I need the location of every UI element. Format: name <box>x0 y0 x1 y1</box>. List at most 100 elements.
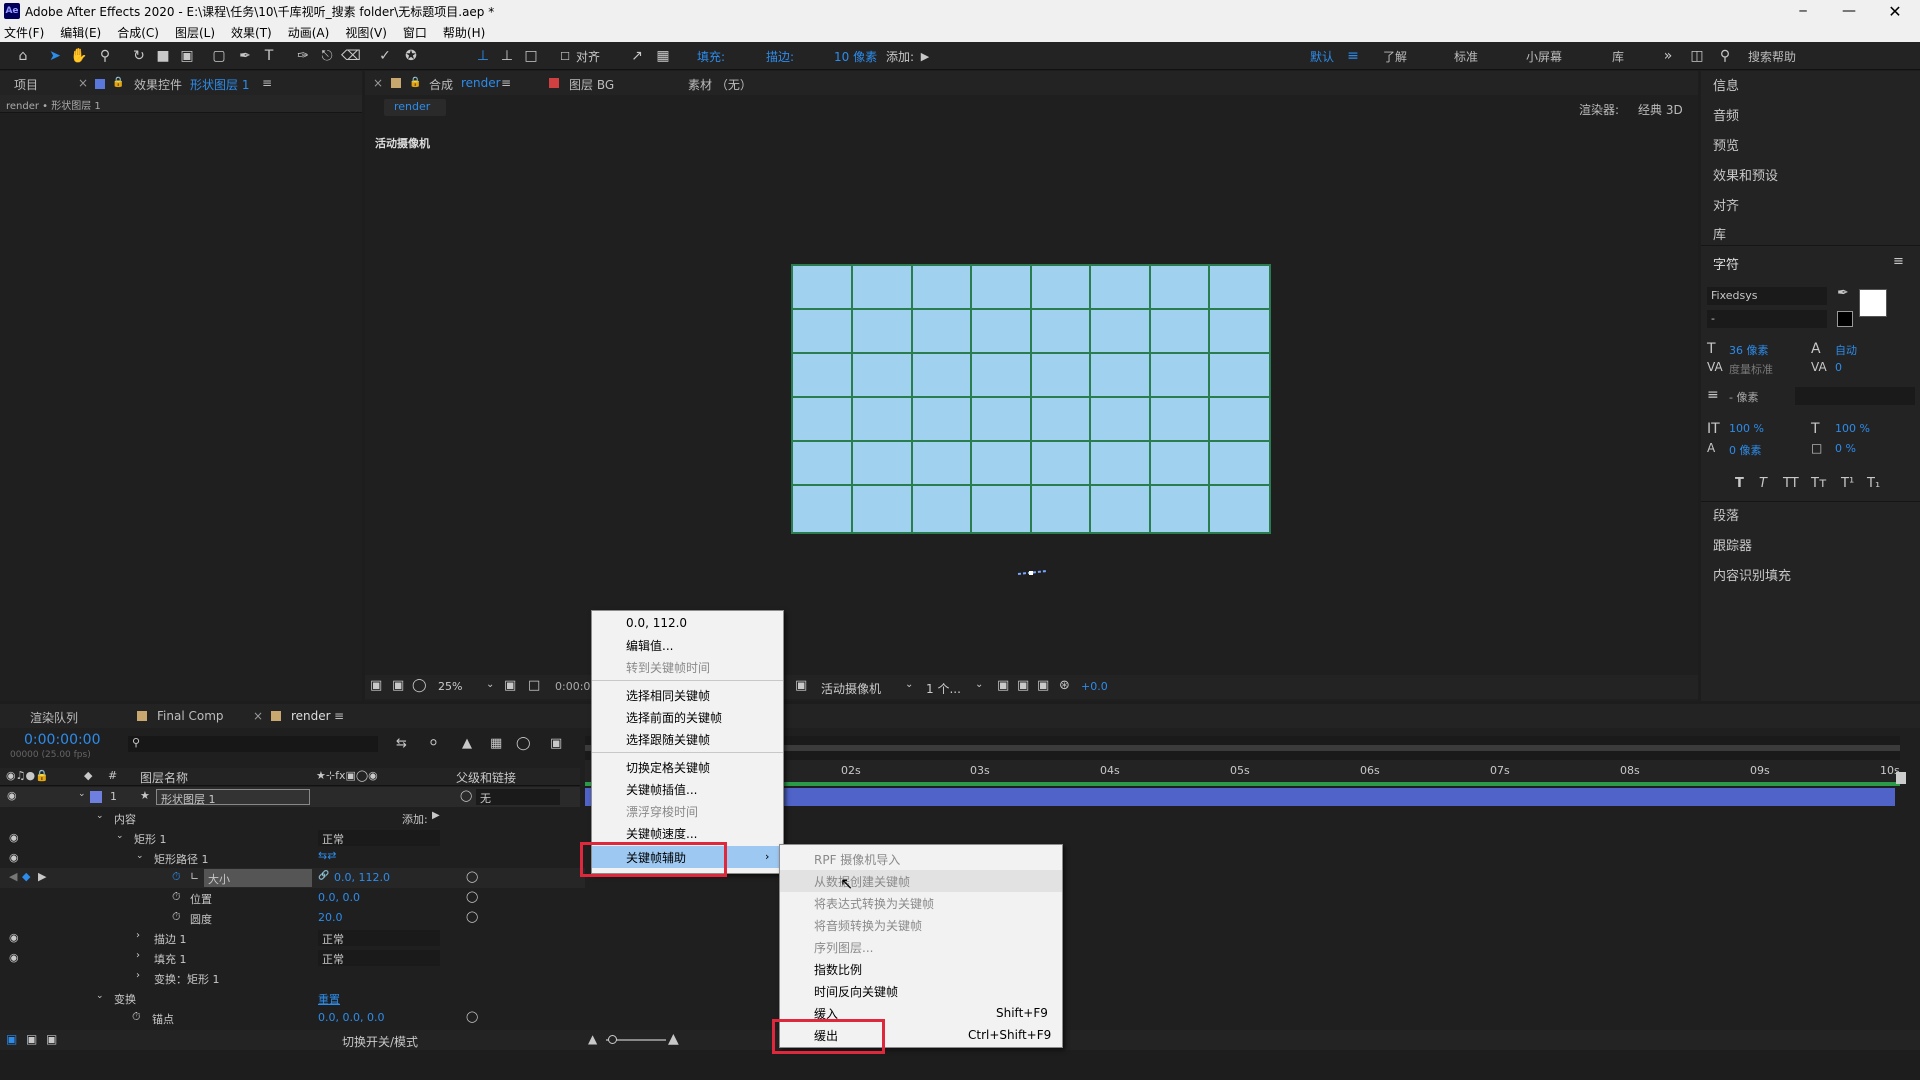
mask-icon[interactable]: ◯ <box>412 678 427 693</box>
shape-grid[interactable] <box>791 264 1271 534</box>
leading-value[interactable]: 自动 <box>1835 342 1857 358</box>
stopwatch-icon[interactable]: ⏱ <box>132 1010 141 1024</box>
camera-tool-icon[interactable]: ■ <box>154 47 172 65</box>
menu-item-keyframe-interpolation[interactable]: 关键帧插值... <box>592 778 783 800</box>
visibility-eye-icon[interactable]: ◉ <box>9 851 19 864</box>
layer-name-field[interactable]: 形状图层 1 <box>156 789 310 806</box>
panel-info[interactable]: 信息 <box>1713 75 1739 94</box>
tab-effect-controls-layer[interactable]: 形状图层 1 <box>190 76 249 93</box>
motion-blur-icon[interactable]: ◯ <box>516 736 531 751</box>
property-row-anchor[interactable]: ⏱ 锚点 0.0, 0.0, 0.0 ◯ <box>0 1008 585 1028</box>
tab-composition[interactable]: 合成 <box>429 76 453 93</box>
always-preview-icon[interactable]: ▣ <box>370 678 382 693</box>
workspace-learn[interactable]: 了解 <box>1383 48 1407 65</box>
constrain-icon[interactable]: 🔗 <box>318 871 329 881</box>
property-row-transform-rect[interactable]: › 变换：矩形 1 <box>0 968 585 988</box>
property-row-rect-path[interactable]: ◉ ⌄ 矩形路径 1 ⇆⇄ <box>0 848 585 868</box>
timeline-search-input[interactable]: ⚲ <box>128 736 378 752</box>
close-comp-tab-icon[interactable]: × <box>373 76 383 90</box>
add-button-icon[interactable]: ▶ <box>916 47 934 65</box>
close-timeline-tab-icon[interactable]: × <box>253 709 263 723</box>
expand-chevron-icon[interactable]: ⌄ <box>116 831 124 841</box>
property-row-fill[interactable]: ◉ › 填充 1 正常 <box>0 948 585 968</box>
zoom-slider-thumb[interactable] <box>608 1035 617 1044</box>
expression-pickwhip-icon[interactable]: ◯ <box>466 1010 478 1023</box>
axis-local-icon[interactable]: ⊥ <box>474 47 492 65</box>
expand-chevron-icon[interactable]: ⌄ <box>96 811 104 821</box>
expression-pickwhip-icon[interactable]: ◯ <box>466 890 478 903</box>
snap-options-icon[interactable]: ▦ <box>654 47 672 65</box>
close-tab-icon[interactable]: × <box>78 76 88 90</box>
stroke-type-dropdown[interactable] <box>1795 387 1915 405</box>
rectangle-tool-icon[interactable]: ▢ <box>210 47 228 65</box>
close-icon[interactable]: ✕ <box>1872 0 1918 22</box>
zoom-in-icon[interactable]: ▲ <box>668 1031 679 1047</box>
position-value[interactable]: 0.0, 0.0 <box>318 891 360 904</box>
renderer-value[interactable]: 经典 3D <box>1638 101 1683 118</box>
search-icon[interactable]: ⚲ <box>1716 47 1734 65</box>
menu-item-select-equal-keyframes[interactable]: 选择相同关键帧 <box>592 684 783 706</box>
align-checkbox[interactable]: ☐ <box>556 47 574 65</box>
all-caps-button[interactable]: TT <box>1783 476 1799 491</box>
property-row-transform[interactable]: ⌄ 变换 重置 <box>0 988 585 1008</box>
stopwatch-icon[interactable]: ⏱ <box>172 890 181 904</box>
property-row-size[interactable]: ◀ ◆ ▶ ⏱ ∟ 大小 🔗 0.0, 112.0 ◯ <box>0 868 585 888</box>
menu-item-toggle-hold-keyframe[interactable]: 切换定格关键帧 <box>592 756 783 778</box>
region-icon[interactable]: ▣ <box>1017 678 1029 693</box>
property-row-roundness[interactable]: ⏱ 圆度 20.0 ◯ <box>0 908 585 928</box>
property-row-stroke[interactable]: ◉ › 描边 1 正常 <box>0 928 585 948</box>
font-size-value[interactable]: 36 像素 <box>1729 342 1769 358</box>
fill-color-box[interactable] <box>1859 289 1887 317</box>
hand-tool-icon[interactable]: ✋ <box>70 47 88 65</box>
pickwhip-icon[interactable]: ◯ <box>460 789 472 802</box>
tsume-value[interactable]: 0 % <box>1835 442 1856 455</box>
blend-mode-dropdown[interactable]: 正常 <box>318 830 440 846</box>
horizontal-scale-value[interactable]: 100 % <box>1835 422 1870 435</box>
shy-layers-icon[interactable]: ▲ <box>462 736 472 751</box>
puppet-tool-icon[interactable]: ✪ <box>402 47 420 65</box>
rotate-tool-icon[interactable]: ↻ <box>130 47 148 65</box>
minimize-icon[interactable]: — <box>1826 0 1872 22</box>
roto-brush-tool-icon[interactable]: ✓ <box>376 47 394 65</box>
tab-render-queue[interactable]: 渲染队列 <box>30 709 78 726</box>
panel-menu-icon[interactable]: ≡ <box>262 76 272 90</box>
stopwatch-icon[interactable]: ⏱ <box>172 870 181 884</box>
preview-icon[interactable]: ▣ <box>392 678 404 693</box>
workspace-libraries[interactable]: 库 <box>1612 48 1624 65</box>
small-caps-button[interactable]: Tт <box>1811 476 1827 491</box>
graph-icon[interactable]: ∟ <box>190 870 199 883</box>
pan-behind-tool-icon[interactable]: ▣ <box>178 47 196 65</box>
timecode[interactable]: 0:00:00:00 <box>24 732 101 748</box>
roundness-value[interactable]: 20.0 <box>318 911 343 924</box>
visibility-eye-icon[interactable]: ◉ <box>7 789 17 802</box>
tab-render[interactable]: render <box>291 709 331 723</box>
stroke-width-value[interactable]: 10 像素 <box>834 48 877 65</box>
panel-preview[interactable]: 预览 <box>1713 135 1739 154</box>
expression-pickwhip-icon[interactable]: ◯ <box>466 870 478 883</box>
blend-mode-dropdown[interactable]: 正常 <box>318 930 440 946</box>
minimize-window-icon[interactable]: ─ <box>1780 0 1826 22</box>
home-icon[interactable]: ⌂ <box>14 47 32 65</box>
stroke-label[interactable]: 描边: <box>766 48 794 65</box>
flowchart-icon[interactable]: ▣ <box>1037 678 1049 693</box>
timeline-end-marker[interactable] <box>1896 772 1906 784</box>
font-family-dropdown[interactable]: Fixedsys <box>1707 287 1827 305</box>
motion-path-handle[interactable] <box>1017 566 1049 575</box>
camera-chevron-icon[interactable]: ⌄ <box>905 679 913 690</box>
menu-item-keyframe-velocity[interactable]: 关键帧速度... <box>592 822 783 844</box>
comp-panel-menu-icon[interactable]: ≡ <box>501 76 511 90</box>
parent-column[interactable]: 父级和链接 <box>456 769 516 786</box>
tab-footage[interactable]: 素材 （无） <box>688 76 752 93</box>
panel-tracker[interactable]: 跟踪器 <box>1713 535 1752 554</box>
3d-draft-icon[interactable]: ⊛ <box>1059 678 1070 693</box>
path-direction-icon[interactable]: ⇆⇄ <box>318 849 336 862</box>
expand-chevron-icon[interactable]: ⌄ <box>78 789 86 799</box>
comp-subtab[interactable]: render <box>384 99 446 116</box>
zoom-chevron-icon[interactable]: ⌄ <box>486 679 494 690</box>
stroke-color-box[interactable] <box>1837 311 1853 327</box>
transparency-icon[interactable]: ▣ <box>795 678 807 693</box>
brush-tool-icon[interactable]: ✑ <box>294 47 312 65</box>
workspace-default[interactable]: 默认 <box>1310 48 1334 65</box>
axis-world-icon[interactable]: ⊥ <box>498 47 516 65</box>
stretch-icon[interactable]: ▣ <box>46 1032 57 1046</box>
